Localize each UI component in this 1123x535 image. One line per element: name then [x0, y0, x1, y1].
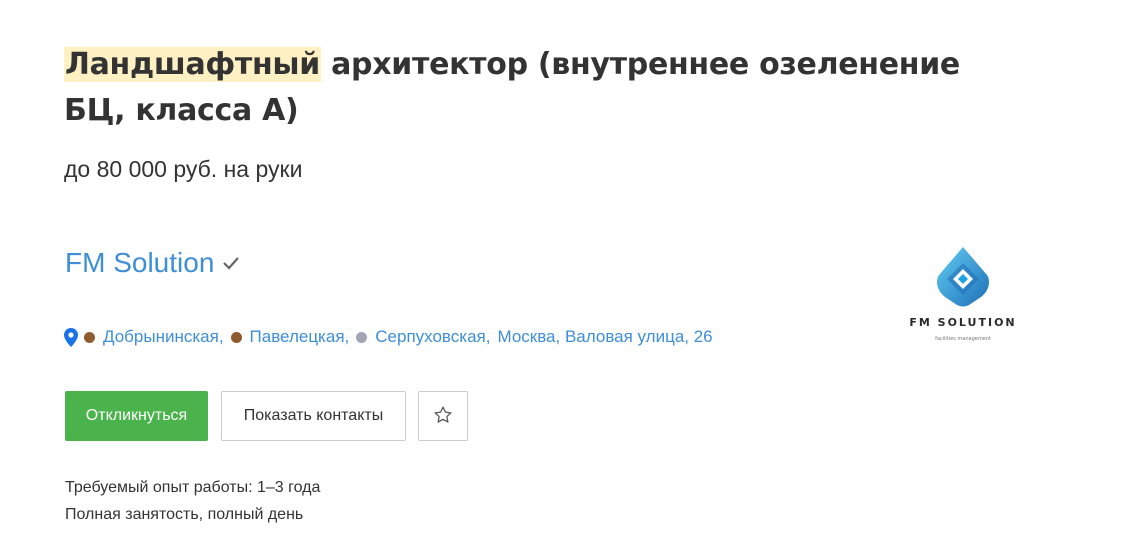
metro-dot-dobryninskaya	[84, 331, 95, 343]
vacancy-title: Ландшафтный архитектор (внутреннее озеле…	[64, 42, 964, 134]
map-pin-icon[interactable]	[64, 327, 78, 347]
check-icon	[222, 256, 240, 270]
metro-dot-serpukhovskaya	[356, 331, 368, 343]
company-logo-brand: FM SOLUTION	[909, 316, 1017, 329]
salary: до 80 000 руб. на руки	[64, 156, 303, 182]
address-location[interactable]: Москва, Валовая улица, 26	[497, 324, 712, 350]
show-contacts-button[interactable]: Показать контакты	[221, 391, 406, 441]
company-logo-tagline: facilities management	[935, 336, 991, 342]
vacancy-page: Ландшафтный архитектор (внутреннее озеле…	[0, 0, 1123, 535]
vacancy-details: Требуемый опыт работы: 1–3 года Полная з…	[65, 474, 320, 528]
company-name: FM Solution	[65, 247, 215, 278]
favorite-button[interactable]	[418, 391, 468, 441]
company-logo-mark	[937, 247, 989, 307]
star-outline-icon	[433, 405, 453, 428]
company-logo[interactable]: FM SOLUTION facilities management	[898, 240, 1028, 350]
experience-requirement: Требуемый опыт работы: 1–3 года	[65, 479, 321, 496]
title-highlight: Ландшафтный	[64, 47, 321, 82]
company-link[interactable]: FM Solution	[65, 243, 240, 283]
apply-button[interactable]: Откликнуться	[65, 391, 208, 441]
employment-type: Полная занятость, полный день	[65, 506, 304, 523]
metro-station[interactable]: Добрынинская,	[103, 324, 224, 350]
metro-station[interactable]: Павелецкая,	[250, 324, 350, 350]
address: Добрынинская, Павелецкая, Серпуховская, …	[64, 324, 713, 350]
metro-station[interactable]: Серпуховская,	[375, 324, 490, 350]
metro-dot-paveletskaya	[230, 331, 242, 343]
